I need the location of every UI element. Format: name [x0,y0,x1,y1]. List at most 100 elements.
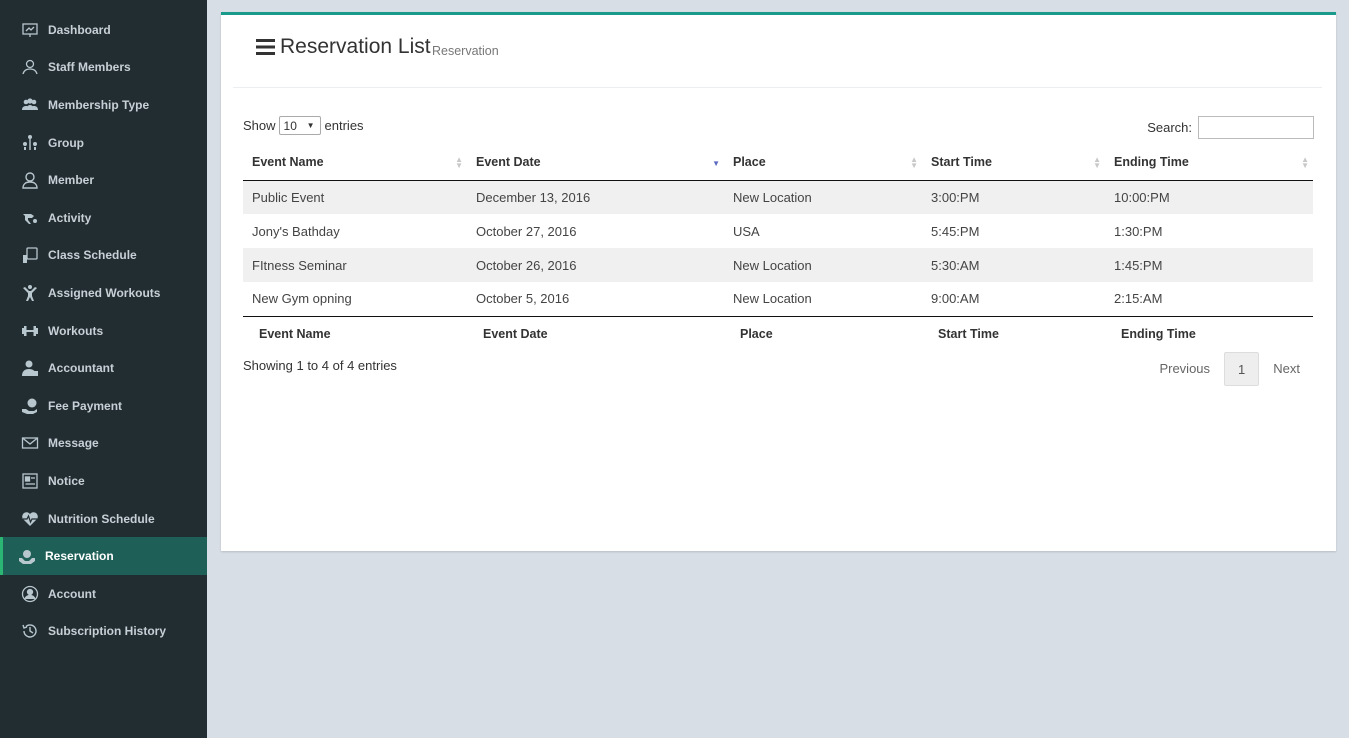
sidebar-item-label: Subscription History [48,624,167,639]
sidebar-item-label: Notice [48,473,85,488]
page-1-button[interactable]: 1 [1224,352,1260,386]
cell-event-date: October 5, 2016 [467,282,724,317]
sidebar-item-group[interactable]: Group [0,124,207,162]
cell-event-name: New Gym opning [243,282,467,317]
cell-start-time: 5:45:PM [931,223,980,239]
cell-start-time: 9:00:AM [922,282,1105,317]
column-header-event-name[interactable]: Event Name ▲ ▼ [243,145,467,181]
panel-header: Reservation List Reservation [233,15,1322,88]
sidebar-item-label: Staff Members [48,60,131,75]
next-page-button[interactable]: Next [1259,352,1314,386]
table-footer-row: Event Name Event Date Place Start Time E… [243,316,1313,351]
footer-event-date: Event Date [483,326,548,341]
sidebar-item-member[interactable]: Member [0,161,207,199]
cell-ending-time: 1:45:PM [1114,257,1163,273]
class-schedule-icon [20,246,39,265]
sidebar-item-message[interactable]: Message [0,425,207,463]
cell-event-date: October 26, 2016 [476,257,577,273]
sidebar-menu: Dashboard Staff Members Membership Type … [0,0,207,650]
message-icon [20,434,39,453]
sidebar-item-subscription-history[interactable]: Subscription History [0,613,207,651]
dashboard-icon [20,20,39,39]
cell-place: New Location [733,257,812,273]
sidebar-item-label: Nutrition Schedule [48,511,155,526]
column-header-event-date[interactable]: Event Date ▼ [467,145,724,181]
sidebar-item-accountant[interactable]: Accountant [0,349,207,387]
entries-length-control: Show 10 ▼ entries [243,116,364,135]
sidebar-item-label: Assigned Workouts [48,285,161,300]
reservation-table: Event Name ▲ ▼ Event Date ▼ Place ▲ ▼ Start T… [243,145,1313,351]
table-header-row: Event Name ▲ ▼ Event Date ▼ Place ▲ ▼ Start T… [243,145,1313,181]
reservation-list-panel: Reservation List Reservation Show 10 ▼ e… [221,12,1336,551]
sidebar-item-label: Membership Type [48,97,150,112]
sidebar-item-fee-payment[interactable]: Fee Payment [0,387,207,425]
accountant-icon [20,359,39,378]
staff-icon [20,58,39,77]
sidebar-item-dashboard[interactable]: Dashboard [0,11,207,49]
column-header-place[interactable]: Place ▲ ▼ [724,145,922,181]
workouts-icon [20,321,39,340]
entries-label: entries [324,118,364,133]
sidebar-item-notice[interactable]: Notice [0,462,207,500]
cell-event-date: December 13, 2016 [476,189,591,205]
entries-select-value: 10 [283,118,297,133]
sidebar-item-label: Reservation [45,549,114,564]
sidebar-item-label: Message [48,436,99,451]
table-row: Jony's Bathday October 27, 2016 USA 5:45… [243,214,1313,248]
column-header-label: Event Name [252,155,324,170]
nutrition-icon [20,509,39,528]
assigned-workouts-icon [20,283,39,302]
sidebar-item-label: Group [48,135,84,150]
page-subtitle: Reservation [432,44,499,58]
cell-event-name: Jony's Bathday [252,223,340,239]
footer-place: Place [740,326,773,341]
sidebar-item-reservation[interactable]: Reservation [0,537,207,575]
sort-icon: ▲ ▼ [1093,155,1101,170]
sidebar-item-assigned-workouts[interactable]: Assigned Workouts [0,274,207,312]
sidebar-item-class-schedule[interactable]: Class Schedule [0,237,207,275]
cell-ending-time: 1:30:PM [1114,223,1163,239]
column-header-label: Start Time [931,155,992,170]
cell-event-date: October 27, 2016 [476,223,577,239]
table-row: FItness Seminar October 26, 2016 New Loc… [243,248,1313,282]
cell-ending-time: 2:15:AM [1105,282,1313,317]
activity-icon [20,208,39,227]
sidebar-item-activity[interactable]: Activity [0,199,207,237]
search-input[interactable] [1198,116,1314,139]
reservation-icon [17,547,36,566]
sidebar-item-label: Account [48,586,96,601]
sidebar-item-membership-type[interactable]: Membership Type [0,86,207,124]
column-header-start-time[interactable]: Start Time ▲ ▼ [922,145,1105,181]
table-row: New Gym opning October 5, 2016 New Locat… [243,282,1313,317]
notice-icon [20,471,39,490]
pagination: Previous 1 Next [1145,352,1314,386]
table-row: Public Event December 13, 2016 New Locat… [243,180,1313,214]
sort-icon: ▲ ▼ [1301,155,1309,170]
history-icon [20,622,39,641]
chevron-down-icon: ▼ [306,121,315,130]
sort-desc-icon: ▼ [712,159,720,168]
entries-select[interactable]: 10 ▼ [278,116,321,135]
cell-place: USA [733,223,760,239]
previous-page-button[interactable]: Previous [1145,352,1224,386]
search-control: Search: [1147,116,1314,139]
sidebar-item-nutrition-schedule[interactable]: Nutrition Schedule [0,500,207,538]
hamburger-menu-icon [256,39,275,60]
column-header-label: Ending Time [1114,155,1189,170]
column-header-ending-time[interactable]: Ending Time ▲ ▼ [1105,145,1313,181]
sidebar-item-staff-members[interactable]: Staff Members [0,49,207,87]
sidebar-item-account[interactable]: Account [0,575,207,613]
search-label: Search: [1147,120,1192,135]
column-header-label: Place [733,155,766,170]
show-label: Show [243,118,276,133]
footer-ending-time: Ending Time [1121,326,1196,341]
cell-start-time: 5:30:AM [931,257,980,273]
sidebar-item-label: Dashboard [48,22,111,37]
footer-start-time: Start Time [938,326,999,341]
sidebar-item-workouts[interactable]: Workouts [0,312,207,350]
fee-payment-icon [20,396,39,415]
sidebar: Dashboard Staff Members Membership Type … [0,0,207,738]
sidebar-item-label: Class Schedule [48,248,137,263]
cell-event-name: FItness Seminar [252,257,347,273]
account-icon [20,584,39,603]
